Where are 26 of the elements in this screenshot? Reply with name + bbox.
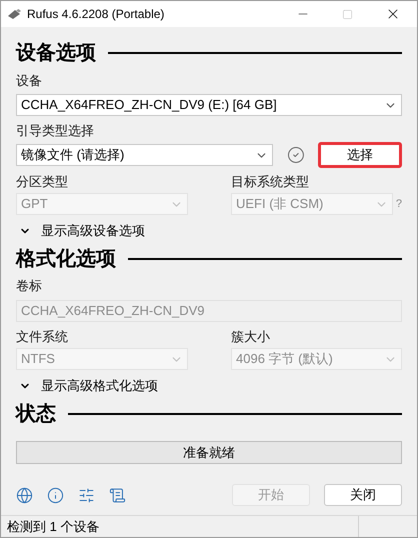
settings-icon[interactable] [78,486,95,504]
dropdown[interactable]: 镜像文件 (请选择) [16,144,273,166]
help-mark[interactable]: ? [396,196,402,212]
advanced-toggle[interactable]: 显示高级设备选项 [16,220,145,242]
advanced-toggle[interactable]: 显示高级格式化选项 [16,375,158,397]
dropdown[interactable]: CCHA_X64FREO_ZH-CN_DV9 (E:) [64 GB] [16,94,402,116]
field-label: 设备 [16,73,43,89]
usb-drive-icon [7,9,21,19]
field-label: 文件系统 [16,329,69,345]
field-label: 卷标 [16,278,43,294]
globe-icon[interactable] [16,486,33,504]
check-icon[interactable] [286,146,304,164]
window-title: Rufus 4.6.2208 (Portable) [27,6,164,23]
field-label: 目标系统类型 [231,174,310,190]
info-icon[interactable] [47,486,64,504]
field-label: 簇大小 [231,329,271,345]
section-heading: 设备选项 [16,43,96,63]
progress-text: 准备就绪 [183,444,235,462]
section-heading: 格式化选项 [16,249,116,269]
log-icon[interactable] [109,486,126,504]
field-label: 分区类型 [16,174,69,190]
action-button[interactable]: 关闭 [324,484,402,506]
status-text: 检测到 1 个设备 [7,518,100,536]
section-heading: 状态 [16,404,56,424]
select-button[interactable]: 选择 [318,142,402,168]
field-label: 引导类型选择 [16,123,95,139]
